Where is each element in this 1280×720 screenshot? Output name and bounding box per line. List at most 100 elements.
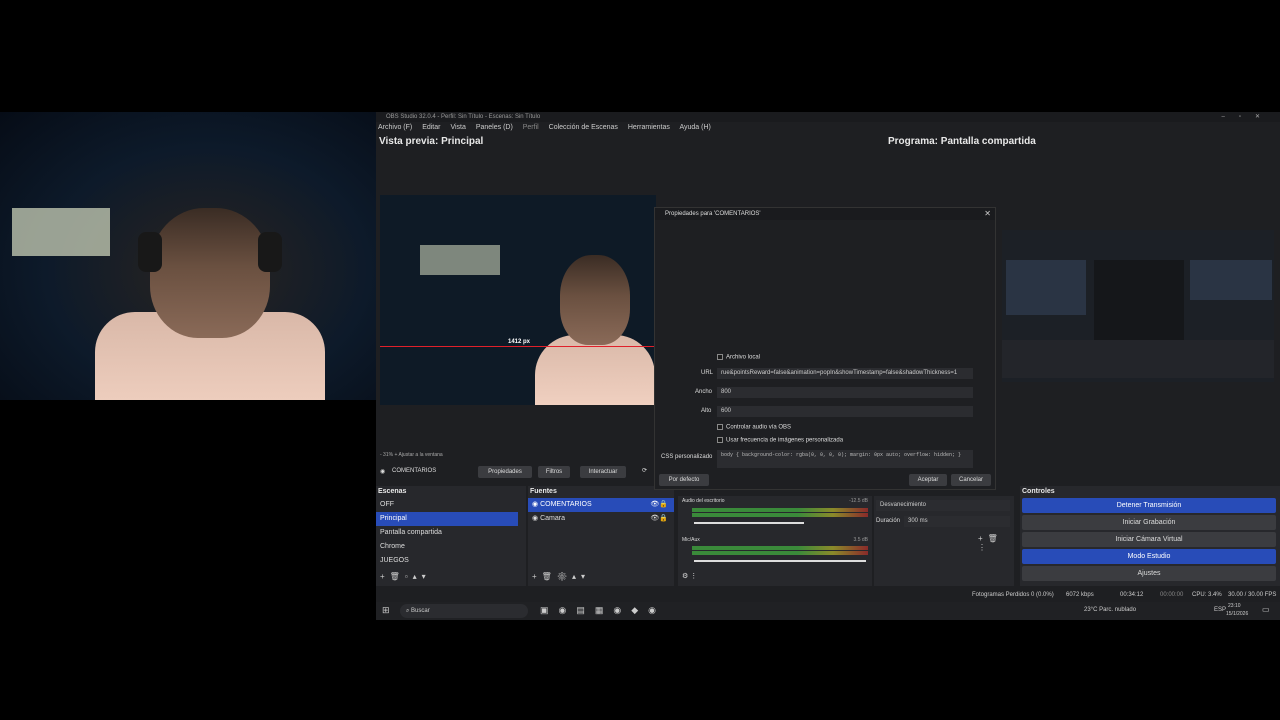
default-button[interactable]: Por defecto [659, 474, 709, 486]
css-field[interactable]: body { background-color: rgba(0, 0, 0, 0… [717, 450, 973, 468]
weather[interactable]: 23°C Parc. nublado [1084, 607, 1136, 613]
dropped-frames: Fotogramas Perdidos 0 (0.0%) [972, 592, 1054, 598]
scenes-title: Escenas [378, 488, 407, 495]
visibility-icon[interactable]: 👁🔒 [650, 498, 668, 512]
duration-label: Duración [876, 518, 901, 524]
start-recording-button[interactable]: Iniciar Grabación [1022, 515, 1276, 530]
clock-date[interactable]: 15/1/2026 [1226, 611, 1248, 617]
track1-meter [692, 508, 868, 512]
url-label: URL [701, 370, 714, 376]
app-title: OBS Studio 32.0.4 - Perfil: Sin Título -… [386, 114, 541, 120]
menu-archivo[interactable]: Archivo (F) [378, 124, 412, 131]
obs-window: OBS Studio 32.0.4 - Perfil: Sin Título -… [376, 112, 1280, 602]
source-item-selected[interactable]: ◉ COMENTARIOS 👁🔒 [528, 498, 674, 512]
sources-dock: Fuentes ◉ COMENTARIOS 👁🔒 ◉ Camara 👁🔒 +🗑⚙▴▾ [528, 486, 674, 586]
scene-item[interactable]: Chrome [376, 540, 518, 554]
refresh-icon[interactable]: ⟳ [642, 467, 647, 474]
window-light [12, 208, 110, 256]
menu-vista[interactable]: Vista [450, 124, 465, 131]
track2-db: 3.5 dB [853, 537, 868, 543]
preview-person-head [560, 255, 630, 345]
dialog-close-icon[interactable]: ✕ [984, 209, 991, 218]
duration-field[interactable]: 300 ms [904, 516, 1010, 527]
interact-button[interactable]: Interactuar [580, 466, 626, 478]
checkbox[interactable] [717, 424, 723, 430]
cancel-button[interactable]: Cancelar [951, 474, 991, 486]
menu-bar: Archivo (F) Editar Vista Paneles (D) Per… [376, 122, 1280, 134]
taskbar-search[interactable]: ⌕ Buscar [400, 604, 528, 618]
menu-editar[interactable]: Editar [422, 124, 440, 131]
zoom-controls[interactable]: - 31% + Ajustar a la ventana [380, 452, 443, 458]
track1-slider[interactable] [694, 522, 804, 524]
scenes-toolbar[interactable]: +🗑▫▴▾ [380, 572, 431, 581]
local-file-checkbox[interactable]: Archivo local [717, 354, 760, 361]
track2-slider[interactable] [694, 560, 866, 562]
scene-item[interactable]: JUEGOS [376, 554, 518, 568]
accept-button[interactable]: Aceptar [909, 474, 947, 486]
menu-paneles[interactable]: Paneles (D) [476, 124, 513, 131]
track1-name: Audio del escritorio [682, 498, 725, 504]
mixer-settings-icon[interactable]: ⚙ ⋮ [682, 572, 697, 580]
notification-icon[interactable]: ▭ [1262, 605, 1270, 614]
custom-fps-checkbox[interactable]: Usar frecuencia de imágenes personalizad… [717, 437, 843, 444]
checkbox-label: Usar frecuencia de imágenes personalizad… [726, 437, 844, 444]
preview-canvas[interactable]: 1412 px [380, 195, 656, 405]
status-bar: Fotogramas Perdidos 0 (0.0%) 6072 kbps 0… [376, 590, 1280, 602]
properties-button[interactable]: Propiedades [478, 466, 532, 478]
transition-select[interactable]: Desvanecimiento [876, 500, 1010, 511]
menu-ayuda[interactable]: Ayuda (H) [679, 124, 710, 131]
css-label: CSS personalizado [661, 454, 713, 460]
browser-icon: ◉ [532, 501, 541, 508]
properties-dialog: Propiedades para 'COMENTARIOS' ✕ Archivo… [654, 207, 996, 490]
checkbox-label: Controlar audio vía OBS [726, 424, 792, 431]
visibility-icon[interactable]: 👁🔒 [650, 512, 668, 526]
windows-start-icon[interactable]: ⊞ [382, 605, 390, 616]
live-timer: 00:34:12 [1120, 592, 1144, 598]
studio-mode-button[interactable]: Modo Estudio [1022, 549, 1276, 564]
clock-time[interactable]: 23:10 [1228, 603, 1241, 609]
filters-button[interactable]: Filtros [538, 466, 570, 478]
checkbox-label: Archivo local [726, 354, 761, 361]
sources-title: Fuentes [530, 488, 557, 495]
url-field[interactable]: rue&pointsReward=false&animation=popIn&s… [717, 368, 973, 379]
menu-herramientas[interactable]: Herramientas [628, 124, 670, 131]
track2-meter [692, 546, 868, 550]
checkbox[interactable] [717, 354, 723, 360]
bitrate: 6072 kbps [1066, 592, 1094, 598]
audio-control-checkbox[interactable]: Controlar audio vía OBS [717, 424, 791, 431]
program-canvas [1002, 230, 1274, 382]
width-label: Ancho [695, 389, 713, 395]
track2-name: Mic/Aux [682, 537, 700, 543]
audio-mixer: Audio del escritorio -12.5 dB Mic/Aux 3.… [678, 496, 872, 586]
width-field[interactable]: 800 [717, 387, 973, 398]
source-item[interactable]: ◉ Camara 👁🔒 [528, 512, 674, 526]
sources-toolbar[interactable]: +🗑⚙▴▾ [532, 572, 590, 581]
settings-button[interactable]: Ajustes [1022, 566, 1276, 581]
menu-perfil[interactable]: Perfil [523, 124, 539, 131]
scene-item[interactable]: OFF [376, 498, 518, 512]
transition-toolbar[interactable]: +🗑⋮ [978, 534, 1014, 552]
fps-counter: 30.00 / 30.00 FPS [1228, 592, 1277, 598]
stop-stream-button[interactable]: Detener Transmisión [1022, 498, 1276, 513]
scene-item[interactable]: Pantalla compartida [376, 526, 518, 540]
rec-timer: 00:00:00 [1160, 592, 1184, 598]
menu-coleccion[interactable]: Colección de Escenas [549, 124, 618, 131]
scenes-dock: Escenas OFF Principal Pantalla compartid… [376, 486, 526, 586]
person-head [150, 208, 270, 338]
window-controls[interactable]: –▫✕ [1222, 112, 1275, 122]
taskbar-apps[interactable]: ▣◉▤▦◉◆◉ [540, 605, 666, 616]
source-toolbar-name: COMENTARIOS [392, 468, 437, 474]
headphone-right [258, 232, 282, 272]
language[interactable]: ESP [1214, 607, 1226, 613]
height-field[interactable]: 600 [717, 406, 973, 417]
checkbox[interactable] [717, 437, 723, 443]
dialog-title: Propiedades para 'COMENTARIOS' [655, 208, 995, 220]
scene-item-selected[interactable]: Principal [376, 512, 518, 526]
virtual-camera-button[interactable]: Iniciar Cámara Virtual [1022, 532, 1276, 547]
transitions-dock: Desvanecimiento Duración 300 ms +🗑⋮ [874, 496, 1014, 586]
search-label: Buscar [411, 608, 430, 614]
webcam-overlay [0, 112, 376, 400]
preview-window-light [420, 245, 500, 275]
cpu-usage: CPU: 3.4% [1192, 592, 1222, 598]
height-label: Alto [701, 408, 712, 414]
